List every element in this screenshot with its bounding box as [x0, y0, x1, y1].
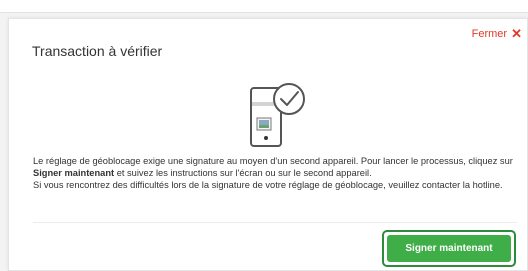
- instructions-paragraph-2: Si vous rencontrez des difficultés lors …: [33, 180, 503, 190]
- sign-now-button[interactable]: Signer maintenant: [387, 235, 511, 262]
- primary-button-focus-ring: Signer maintenant: [382, 230, 516, 267]
- phone-check-icon: [247, 74, 313, 152]
- close-button[interactable]: Fermer ✕: [472, 27, 522, 40]
- close-label: Fermer: [471, 27, 508, 40]
- transaction-verify-modal: Fermer ✕ Transaction à vérifier Le régla…: [8, 18, 528, 271]
- instructions-paragraph-1: Le réglage de géoblocage exige une signa…: [33, 156, 513, 178]
- modal-title: Transaction à vérifier: [32, 43, 163, 59]
- instructions-text: Le réglage de géoblocage exige une signa…: [33, 155, 517, 191]
- modal-divider: [33, 222, 517, 223]
- close-icon[interactable]: ✕: [511, 27, 522, 40]
- signer-maintenant-emphasis: Signer maintenant: [33, 168, 115, 178]
- page-header-strip: [0, 0, 528, 13]
